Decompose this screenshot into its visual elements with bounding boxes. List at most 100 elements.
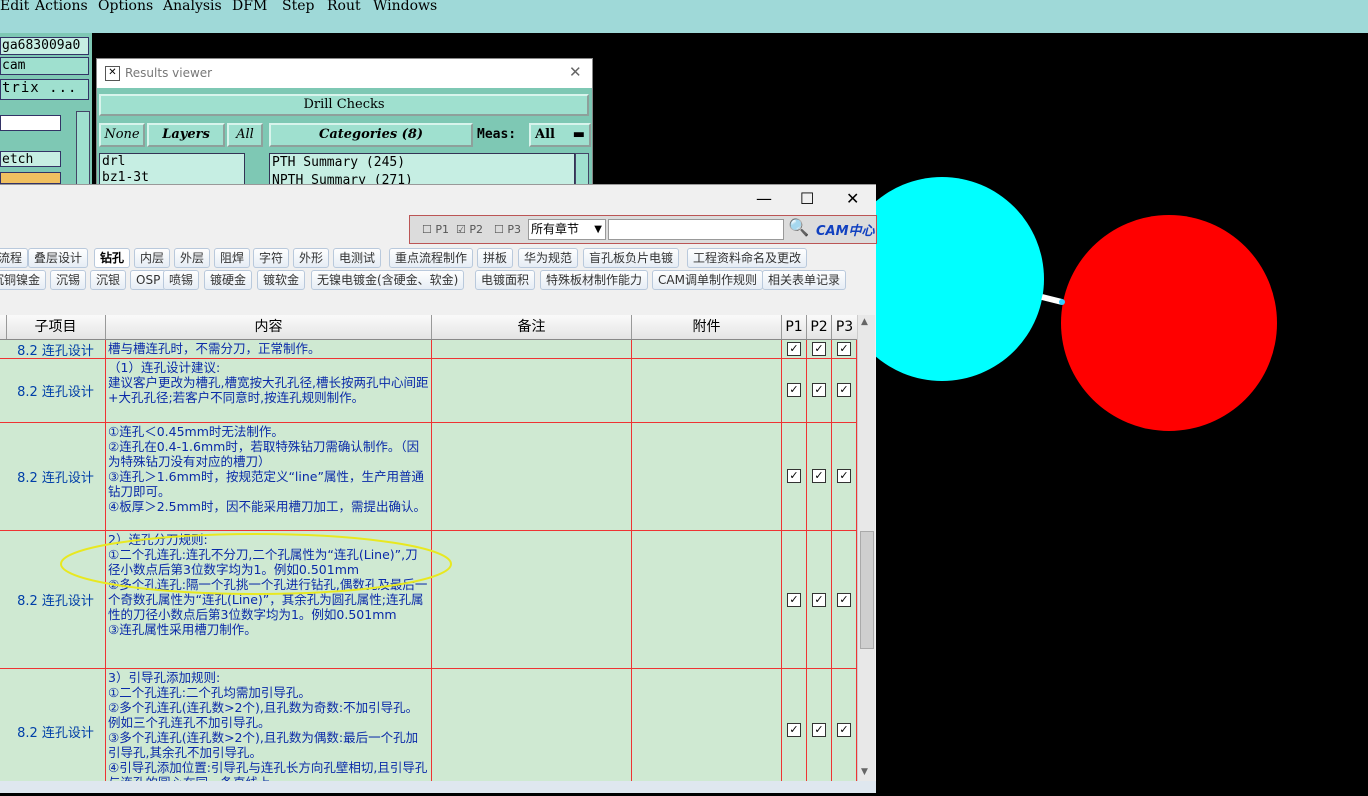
tab-blind-via[interactable]: 盲孔板负片电镀 bbox=[583, 248, 680, 268]
menu-analysis[interactable]: Analysis bbox=[163, 0, 222, 14]
menu-rout[interactable]: Rout bbox=[327, 0, 361, 14]
job-name-field[interactable]: ga683009a0 bbox=[0, 37, 89, 55]
tab-cam-rules[interactable]: CAM调单制作规则 bbox=[652, 270, 763, 290]
table-row[interactable]: 8.2 连孔设计 （1）连孔设计建议: 建议客户更改为槽孔,槽宽按大孔孔径,槽长… bbox=[0, 359, 857, 423]
note-cell[interactable] bbox=[432, 359, 632, 422]
sketch-button[interactable]: etch bbox=[0, 151, 61, 167]
tab-enig[interactable]: 沉铜镍金 bbox=[0, 270, 47, 290]
tab-silkscreen[interactable]: 字符 bbox=[253, 248, 290, 268]
note-cell[interactable] bbox=[432, 669, 632, 781]
red-pad[interactable] bbox=[1061, 215, 1277, 431]
note-cell[interactable] bbox=[432, 423, 632, 530]
col-header-content[interactable]: 内容 bbox=[106, 315, 432, 339]
tab-flow[interactable]: 流程 bbox=[0, 248, 29, 268]
tab-hasl[interactable]: 喷锡 bbox=[163, 270, 200, 290]
checkbox-icon[interactable]: ✓ bbox=[837, 383, 851, 397]
matrix-button[interactable]: trix ... bbox=[0, 79, 89, 100]
cam-button[interactable]: cam bbox=[0, 57, 89, 75]
p2-checkbox[interactable]: ☑ P2 bbox=[456, 223, 483, 236]
tab-panel[interactable]: 拼板 bbox=[477, 248, 514, 268]
chapter-select[interactable]: 所有章节 ▼ bbox=[528, 219, 606, 240]
menu-edit[interactable]: Edit bbox=[0, 0, 29, 14]
list-item[interactable]: drl bbox=[100, 154, 244, 170]
drill-checks-header[interactable]: Drill Checks bbox=[99, 94, 589, 116]
attachment-cell[interactable] bbox=[632, 359, 782, 422]
tab-key-process[interactable]: 重点流程制作 bbox=[389, 248, 474, 268]
menu-step[interactable]: Step bbox=[282, 0, 314, 14]
checkbox-icon[interactable]: ✓ bbox=[787, 593, 801, 607]
horizontal-scrollbar[interactable] bbox=[0, 781, 876, 793]
col-header-note[interactable]: 备注 bbox=[432, 315, 632, 339]
table-row[interactable]: 8.2 连孔设计 ①连孔＜0.45mm时无法制作。 ②连孔在0.4-1.6mm时… bbox=[0, 423, 857, 531]
search-icon[interactable]: 🔍 bbox=[788, 218, 809, 238]
tab-outline[interactable]: 外形 bbox=[293, 248, 330, 268]
tab-plating-area[interactable]: 电镀面积 bbox=[475, 270, 536, 290]
vertical-scrollbar[interactable]: ▲ ▼ bbox=[857, 315, 875, 781]
tab-nickel-free[interactable]: 无镍电镀金(含硬金、软金) bbox=[311, 270, 465, 290]
scrollbar-thumb[interactable] bbox=[860, 531, 874, 649]
menu-dfm[interactable]: DFM bbox=[232, 0, 267, 14]
attachment-cell[interactable] bbox=[632, 340, 782, 358]
table-row[interactable]: 8.2 连孔设计 3）引导孔添加规则: ①二个孔连孔:二个孔均需加引导孔。 ②多… bbox=[0, 669, 857, 781]
maximize-icon[interactable]: ☐ bbox=[800, 189, 814, 208]
tab-huawei[interactable]: 华为规范 bbox=[518, 248, 579, 268]
col-header-p3[interactable]: P3 bbox=[832, 315, 857, 339]
col-header-p1[interactable]: P1 bbox=[782, 315, 807, 339]
categories-button[interactable]: Categories (8) bbox=[269, 123, 473, 147]
tab-inner[interactable]: 内层 bbox=[134, 248, 171, 268]
menu-actions[interactable]: Actions bbox=[35, 0, 88, 14]
checkbox-icon[interactable]: ✓ bbox=[837, 593, 851, 607]
table-row[interactable]: 8.2 连孔设计 2）连孔分刀规则: ①二个孔连孔:连孔不分刀,二个孔属性为“连… bbox=[0, 531, 857, 669]
tab-stackup[interactable]: 叠层设计 bbox=[28, 248, 89, 268]
tab-naming[interactable]: 工程资料命名及更改 bbox=[687, 248, 808, 268]
menu-windows[interactable]: Windows bbox=[373, 0, 437, 14]
col-header-attachment[interactable]: 附件 bbox=[632, 315, 782, 339]
checkbox-icon[interactable]: ✓ bbox=[812, 383, 826, 397]
tab-special-board[interactable]: 特殊板材制作能力 bbox=[540, 270, 649, 290]
close-icon[interactable]: ✕ bbox=[569, 63, 582, 81]
close-icon[interactable]: ✕ bbox=[846, 189, 859, 208]
tab-etest[interactable]: 电测试 bbox=[333, 248, 382, 268]
minimize-icon[interactable]: — bbox=[756, 189, 772, 208]
note-cell[interactable] bbox=[432, 340, 632, 358]
note-cell[interactable] bbox=[432, 531, 632, 668]
tab-imm-tin[interactable]: 沉锡 bbox=[50, 270, 87, 290]
tab-osp[interactable]: OSP bbox=[130, 270, 167, 290]
attachment-cell[interactable] bbox=[632, 669, 782, 781]
tab-drill[interactable]: 钻孔 bbox=[94, 248, 131, 268]
attachment-cell[interactable] bbox=[632, 531, 782, 668]
checkbox-icon[interactable]: ✓ bbox=[837, 723, 851, 737]
panel-scrollbar[interactable] bbox=[76, 111, 90, 190]
checkbox-icon[interactable]: ✓ bbox=[787, 723, 801, 737]
col-header-p2[interactable]: P2 bbox=[807, 315, 832, 339]
checkbox-icon[interactable]: ✓ bbox=[812, 723, 826, 737]
table-row[interactable]: 8.2 连孔设计 槽与槽连孔时，不需分刀，正常制作。 ✓ ✓ ✓ bbox=[0, 340, 857, 359]
p3-checkbox[interactable]: ☐ P3 bbox=[494, 223, 521, 236]
checkbox-icon[interactable]: ✓ bbox=[837, 469, 851, 483]
tab-hard-gold[interactable]: 镀硬金 bbox=[204, 270, 253, 290]
attachment-cell[interactable] bbox=[632, 423, 782, 530]
layers-button[interactable]: Layers bbox=[147, 123, 225, 147]
checkbox-icon[interactable]: ✓ bbox=[812, 342, 826, 356]
checkbox-icon[interactable]: ✓ bbox=[787, 469, 801, 483]
tab-outer[interactable]: 外层 bbox=[174, 248, 211, 268]
none-button[interactable]: None bbox=[99, 123, 145, 147]
checkbox-icon[interactable]: ✓ bbox=[837, 342, 851, 356]
color-swatch[interactable] bbox=[0, 172, 61, 184]
all-layers-button[interactable]: All bbox=[227, 123, 263, 147]
checkbox-icon[interactable]: ✓ bbox=[812, 469, 826, 483]
checkbox-icon[interactable]: ✓ bbox=[787, 383, 801, 397]
menu-options[interactable]: Options bbox=[98, 0, 153, 14]
col-header-subitem[interactable]: 子项目 bbox=[6, 315, 106, 339]
p1-checkbox[interactable]: ☐ P1 bbox=[422, 223, 449, 236]
graphics-canvas[interactable] bbox=[840, 33, 1368, 792]
search-input[interactable] bbox=[608, 219, 784, 240]
checkbox-icon[interactable]: ✓ bbox=[812, 593, 826, 607]
cyan-pad[interactable] bbox=[840, 177, 1044, 381]
layer-input[interactable] bbox=[0, 115, 61, 131]
meas-select[interactable]: All ▬ bbox=[529, 123, 591, 147]
tab-forms[interactable]: 相关表单记录 bbox=[762, 270, 847, 290]
tab-imm-silver[interactable]: 沉银 bbox=[90, 270, 127, 290]
tab-soldermask[interactable]: 阻焊 bbox=[214, 248, 251, 268]
scroll-down-icon[interactable]: ▼ bbox=[861, 767, 868, 777]
